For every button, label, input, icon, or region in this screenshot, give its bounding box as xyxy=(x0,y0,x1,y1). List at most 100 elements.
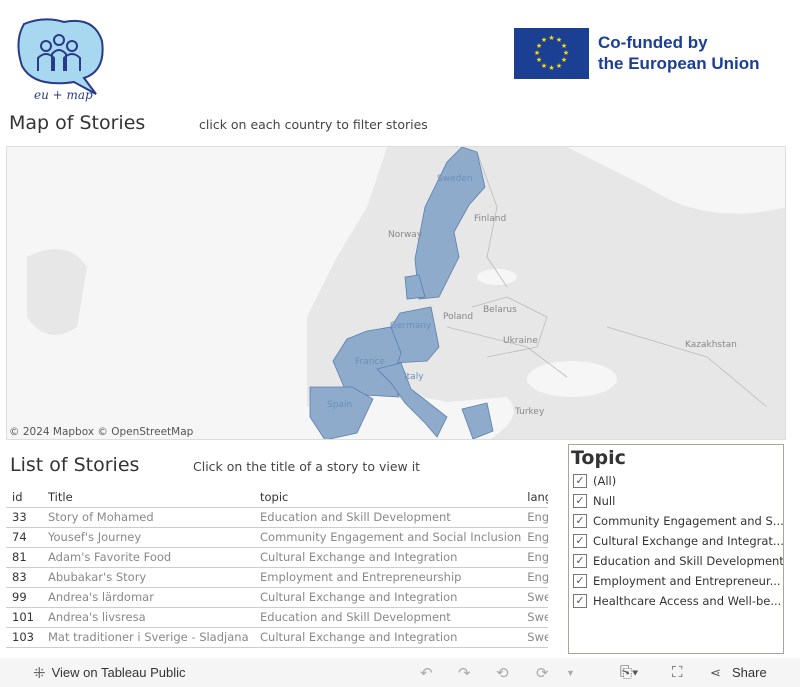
cell-topic: Employment and Entrepreneurship xyxy=(254,567,522,588)
topic-option-label: Community Engagement and S... xyxy=(593,514,783,528)
topic-option[interactable]: ✓ Cultural Exchange and Integrat... xyxy=(569,531,783,551)
map-label: Sweden xyxy=(437,174,473,184)
table-row[interactable]: 74 Yousef's Journey Community Engagement a… xyxy=(6,527,548,548)
cell-title[interactable]: Abubakar's Story xyxy=(42,567,254,588)
table-row[interactable]: 103 Mat traditioner i Sverige - Sladjana C… xyxy=(6,627,548,648)
cell-title[interactable]: Mat traditioner i Sverige - Sladjana xyxy=(42,627,254,648)
topic-filter-title: Topic xyxy=(571,447,626,469)
map-label: Poland xyxy=(443,312,474,322)
svg-text:★: ★ xyxy=(536,56,542,64)
logo-text: eu + map xyxy=(34,88,93,102)
table-row[interactable]: 101 Andrea's livsresa Education and Skill … xyxy=(6,607,548,628)
share-button[interactable]: Share xyxy=(732,665,767,680)
cell-title[interactable]: Andrea's livsresa xyxy=(42,607,254,628)
cell-language: Engli xyxy=(521,507,548,528)
topic-option[interactable]: ✓ (All) xyxy=(569,471,783,491)
share-icon[interactable]: ⋖ xyxy=(710,665,721,681)
map-label: Finland xyxy=(474,214,507,224)
checkbox[interactable]: ✓ xyxy=(573,554,587,568)
topic-option-label: (All) xyxy=(593,474,617,488)
checkbox[interactable]: ✓ xyxy=(573,494,587,508)
refresh-dropdown-icon[interactable]: ▼ xyxy=(566,668,575,678)
eu-map-logo: eu + map xyxy=(14,16,109,102)
table-row[interactable]: 81 Adam's Favorite Food Cultural Exchange … xyxy=(6,547,548,568)
topic-option-label: Education and Skill Development xyxy=(593,554,783,568)
svg-text:★: ★ xyxy=(548,64,554,72)
fullscreen-icon[interactable]: ⛶ xyxy=(672,664,683,681)
stories-table: id Title topic langu 33Story of MohamedE… xyxy=(6,488,548,648)
cell-id: 103 xyxy=(6,627,42,648)
list-title: List of Stories xyxy=(10,454,140,476)
map-label: Spain xyxy=(327,400,353,410)
view-on-tableau-link[interactable]: View on Tableau Public xyxy=(52,665,186,680)
eu-badge-line1: Co-funded by xyxy=(598,33,708,52)
map-hint: click on each country to filter stories xyxy=(199,117,428,132)
download-icon[interactable]: ⎘▾ xyxy=(620,664,638,681)
topic-option-label: Cultural Exchange and Integrat... xyxy=(593,534,783,548)
map-attribution[interactable]: © 2024 Mapbox © OpenStreetMap xyxy=(9,426,193,438)
list-hint: Click on the title of a story to view it xyxy=(193,459,421,474)
cell-id: 101 xyxy=(6,607,42,628)
topic-option[interactable]: ✓ Education and Skill Development xyxy=(569,551,783,571)
checkbox[interactable]: ✓ xyxy=(573,514,587,528)
map-label: Turkey xyxy=(515,407,545,417)
svg-text:★: ★ xyxy=(548,34,554,42)
cell-topic: Education and Skill Development xyxy=(254,607,522,628)
undo-icon[interactable]: ↶ xyxy=(420,664,433,682)
cell-title[interactable]: Story of Mohamed xyxy=(42,507,254,528)
cell-language: Swed xyxy=(521,607,548,628)
tableau-logo-icon: ⁜ xyxy=(33,664,46,682)
map-label: Belarus xyxy=(483,305,517,315)
cell-title[interactable]: Adam's Favorite Food xyxy=(42,547,254,568)
checkbox[interactable]: ✓ xyxy=(573,474,587,488)
cell-language: Swed xyxy=(521,627,548,648)
topic-option-label: Healthcare Access and Well-be... xyxy=(593,594,782,608)
table-row[interactable]: 33 Story of Mohamed Education and Skill De… xyxy=(6,507,548,528)
map-label: France xyxy=(355,357,385,367)
cell-topic: Cultural Exchange and Integration xyxy=(254,547,522,568)
cell-id: 74 xyxy=(6,527,42,548)
topic-option-label: Employment and Entrepreneur... xyxy=(593,574,781,588)
topic-option-label: Null xyxy=(593,494,616,508)
map-label: Germany xyxy=(390,321,432,331)
topic-option[interactable]: ✓ Null xyxy=(569,491,783,511)
cell-title[interactable]: Yousef's Journey xyxy=(42,527,254,548)
checkbox[interactable]: ✓ xyxy=(573,594,587,608)
column-header-id: id xyxy=(6,488,42,508)
topic-option[interactable]: ✓ Healthcare Access and Well-be... xyxy=(569,591,783,611)
map-label: Italy xyxy=(404,372,424,382)
table-row[interactable]: 99 Andrea's lärdomar Cultural Exchange and… xyxy=(6,587,548,608)
svg-text:★: ★ xyxy=(534,49,540,57)
tableau-toolbar: ⁜ View on Tableau Public ↶ ↷ ⟲ ⟳ ▼ ⎘▾ ⛶ … xyxy=(0,658,800,687)
column-header-topic: topic xyxy=(254,488,522,508)
column-header-language: langu xyxy=(521,488,548,508)
cell-topic: Cultural Exchange and Integration xyxy=(254,627,522,648)
map-label: Ukraine xyxy=(503,336,538,346)
map-label: Norway xyxy=(388,230,423,240)
cell-id: 99 xyxy=(6,587,42,608)
eu-cofunded-badge: ★ ★ ★ ★ ★ ★ ★ ★ ★ ★ ★ ★ Co-funded by the European Un… xyxy=(514,27,784,79)
svg-text:★: ★ xyxy=(556,62,562,70)
cell-language: Engli xyxy=(521,527,548,548)
topic-option[interactable]: ✓ Community Engagement and S... xyxy=(569,511,783,531)
refresh-icon[interactable]: ⟳ xyxy=(536,664,549,682)
cell-id: 33 xyxy=(6,507,42,528)
topic-option[interactable]: ✓ Employment and Entrepreneur... xyxy=(569,571,783,591)
column-header-title: Title xyxy=(42,488,254,508)
revert-icon[interactable]: ⟲ xyxy=(496,664,509,682)
map-label: Kazakhstan xyxy=(685,340,737,350)
checkbox[interactable]: ✓ xyxy=(573,534,587,548)
svg-text:★: ★ xyxy=(541,36,547,44)
checkbox[interactable]: ✓ xyxy=(573,574,587,588)
cell-language: Engli xyxy=(521,547,548,568)
table-row[interactable]: 83 Abubakar's Story Employment and Entrepr… xyxy=(6,567,548,588)
cell-topic: Community Engagement and Social Inclusio… xyxy=(254,527,522,548)
cell-language: Engli xyxy=(521,567,548,588)
cell-title[interactable]: Andrea's lärdomar xyxy=(42,587,254,608)
eu-flag-icon: ★ ★ ★ ★ ★ ★ ★ ★ ★ ★ ★ ★ xyxy=(514,27,589,79)
eu-badge-line2: the European Union xyxy=(598,54,760,73)
topic-filter: Topic ✓ (All) ✓ Null ✓ Community Engagement a… xyxy=(568,444,784,654)
story-map[interactable]: Sweden Finland Norway Poland Belarus Ger… xyxy=(6,146,786,440)
cell-id: 81 xyxy=(6,547,42,568)
redo-icon[interactable]: ↷ xyxy=(458,664,471,682)
